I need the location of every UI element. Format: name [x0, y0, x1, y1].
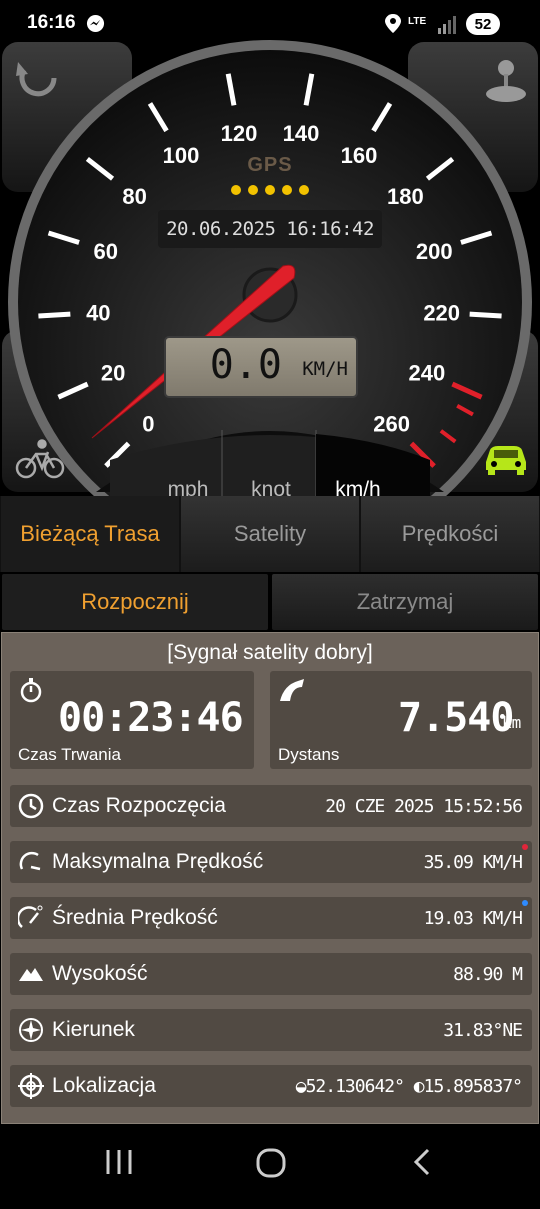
gauge-label: 220 [423, 300, 460, 325]
trip-panel: [Sygnał satelity dobry] 00:23:46 Czas Tr… [1, 632, 539, 1124]
gps-label: GPS [247, 154, 293, 176]
gauge-label: 140 [283, 121, 320, 146]
recent-apps-button [106, 1150, 132, 1174]
avg-speed-marker [522, 900, 528, 906]
tab-speeds[interactable]: Prędkości [361, 496, 539, 572]
status-icons: LTE 52 [368, 12, 518, 36]
gauge-label: 0 [142, 412, 154, 437]
altitude-label: Wysokość [52, 962, 148, 985]
max-speed-row: Maksymalna Prędkość 35.09 KM/H [10, 841, 532, 883]
gauge-tick [469, 311, 502, 319]
main-tabs: Bieżącą Trasa Satelity Prędkości [0, 496, 540, 572]
distance-box: 7.540 km Dystans [270, 671, 532, 769]
max-speed-marker [522, 844, 528, 850]
compass-icon [19, 1018, 43, 1042]
speed-value: 0.0 [209, 342, 282, 388]
distance-unit: km [502, 713, 522, 732]
messenger-icon [86, 14, 105, 33]
altitude-value: 88.90 M [453, 964, 523, 985]
start-time-value: 20 CZE 2025 15:52:56 [325, 796, 523, 817]
gauge-dial: 0 20 40 60 80 100 120 140 160 180 200 220 240 260 [0, 40, 540, 496]
gauge-label: 160 [341, 143, 378, 168]
stop-button[interactable]: Zatrzymaj [272, 574, 538, 630]
system-nav-bar [0, 1124, 540, 1204]
duration-label: Czas Trwania [18, 745, 121, 764]
gauge-label: 40 [86, 300, 110, 325]
back-button [413, 1148, 430, 1176]
max-speed-icon [19, 851, 41, 871]
heading-row: Kierunek 31.83°NE [10, 1009, 532, 1051]
location-row: Lokalizacja ◒52.130642° ◐15.895837° [10, 1065, 532, 1107]
distance-value: 7.540 [398, 695, 514, 741]
road-icon [280, 679, 304, 701]
date-time-display: 20.06.2025 16:16:42 [158, 210, 382, 248]
location-value: ◒52.130642° ◐15.895837° [295, 1076, 523, 1097]
avg-speed-icon [18, 905, 43, 928]
crosshair-icon [18, 1073, 44, 1099]
network-type: LTE [408, 16, 426, 27]
avg-speed-label: Średnia Prędkość [52, 906, 218, 929]
signal-status: [Sygnał satelity dobry] [167, 641, 373, 664]
gauge-label: 60 [94, 239, 118, 264]
signal-icon [438, 16, 456, 34]
status-time: 16:16 [27, 12, 76, 33]
gauge-label: 260 [373, 412, 410, 437]
location-icon [385, 14, 401, 33]
clock-icon [18, 793, 44, 819]
battery-icon: 52 [466, 13, 500, 35]
max-speed-value: 35.09 KM/H [423, 852, 523, 873]
home-button [256, 1148, 286, 1178]
max-speed-label: Maksymalna Prędkość [52, 850, 264, 873]
gauge-label: 120 [221, 121, 258, 146]
battery-level: 52 [475, 16, 492, 33]
tab-current-route[interactable]: Bieżącą Trasa [1, 496, 179, 572]
gauge-label: 200 [416, 239, 453, 264]
avg-speed-row: Średnia Prędkość 19.03 KM/H [10, 897, 532, 939]
gauge-tick [38, 311, 71, 319]
gauge-label: 20 [101, 361, 125, 386]
altitude-row: Wysokość 88.90 M [10, 953, 532, 995]
action-buttons: Rozpocznij Zatrzymaj [0, 572, 540, 632]
distance-label: Dystans [278, 745, 340, 764]
gauge-label: 180 [387, 184, 424, 209]
speedometer: 0 20 40 60 80 100 120 140 160 180 200 220 240 260 [0, 40, 540, 501]
start-time-row: Czas Rozpoczęcia 20 CZE 2025 15:52:56 [10, 785, 532, 827]
speed-lcd: 0.0 KM/H [164, 336, 358, 398]
speed-unit: KM/H [302, 358, 348, 380]
heading-label: Kierunek [52, 1018, 135, 1041]
mountain-icon [19, 968, 43, 981]
start-time-label: Czas Rozpoczęcia [52, 794, 226, 817]
duration-box: 00:23:46 Czas Trwania [10, 671, 254, 769]
location-label: Lokalizacja [52, 1074, 156, 1097]
start-button[interactable]: Rozpocznij [2, 574, 268, 630]
duration-value: 00:23:46 [58, 695, 244, 741]
stopwatch-icon [20, 678, 42, 703]
gauge-label: 240 [408, 361, 445, 386]
heading-value: 31.83°NE [443, 1020, 523, 1041]
gauge-label: 100 [163, 143, 200, 168]
avg-speed-value: 19.03 KM/H [423, 908, 523, 929]
gauge-label: 80 [122, 184, 146, 209]
tab-satellites[interactable]: Satelity [181, 496, 359, 572]
